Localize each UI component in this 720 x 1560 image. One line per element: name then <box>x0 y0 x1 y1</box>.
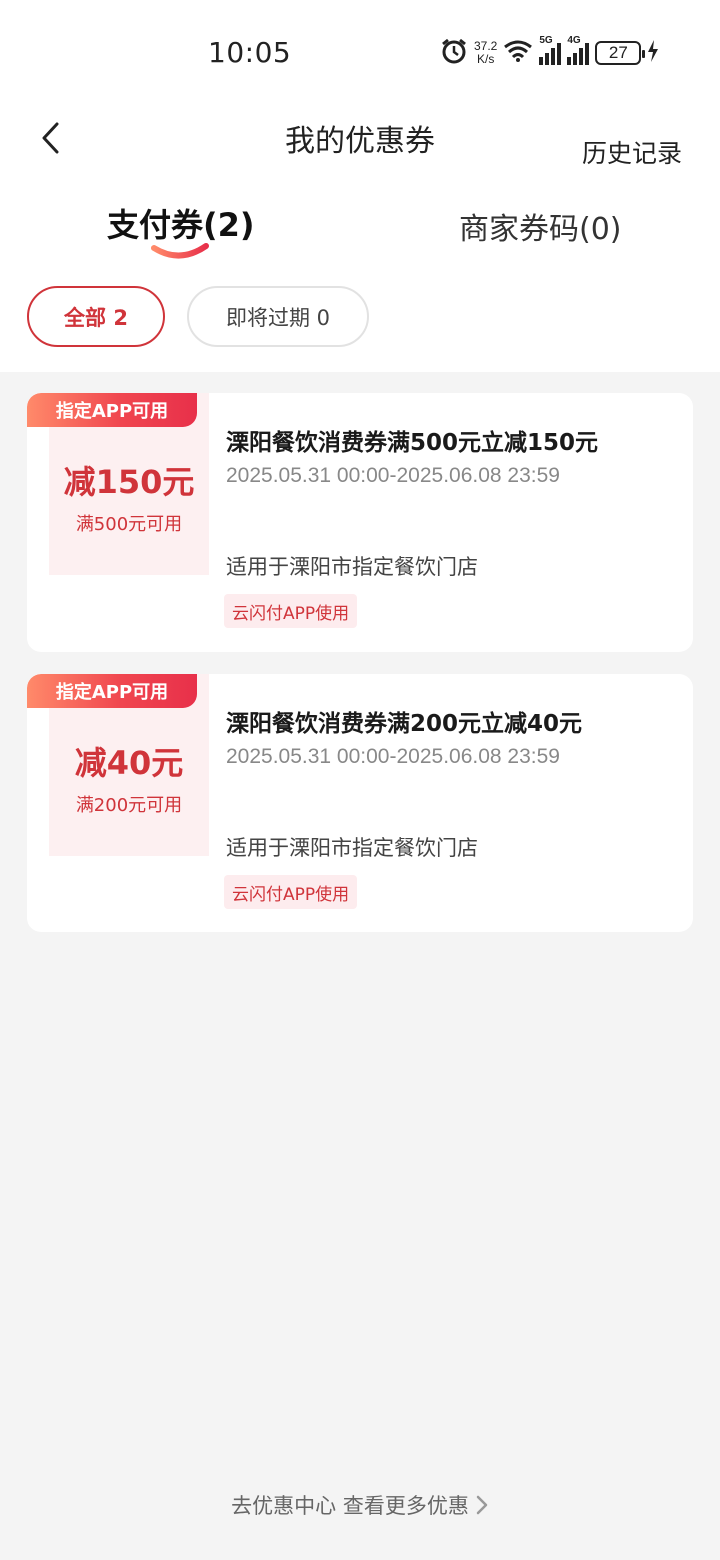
filter-expiring-chip[interactable]: 即将过期 0 <box>187 286 369 347</box>
coupon-center-link[interactable]: 去优惠中心 查看更多优惠 <box>0 1490 720 1520</box>
battery-icon: 27 <box>595 41 646 65</box>
signal-5g-label: 5G <box>539 35 553 46</box>
history-button[interactable]: 历史记录 <box>582 134 682 170</box>
battery-level: 27 <box>608 43 628 62</box>
coupon-badge: 指定APP可用 <box>27 393 197 427</box>
chevron-right-icon <box>476 1495 488 1515</box>
signal-5g-icon: 5G <box>539 35 562 65</box>
coupon-amount: 减150元 <box>63 463 195 501</box>
status-icons: 37.2 K/s 5G 4G 27 <box>440 35 659 69</box>
coupon-app-tag: 云闪付APP使用 <box>224 594 358 628</box>
status-time: 10:05 <box>208 36 292 69</box>
coupon-validity: 2025.05.31 00:00-2025.06.08 23:59 <box>226 464 560 487</box>
coupon-validity: 2025.05.31 00:00-2025.06.08 23:59 <box>226 745 560 768</box>
wifi-icon <box>503 39 533 67</box>
coupon-amount: 减40元 <box>74 744 184 782</box>
coupon-center-label: 去优惠中心 查看更多优惠 <box>231 1494 469 1518</box>
signal-4g-icon: 4G <box>567 35 590 65</box>
signal-4g-label: 4G <box>567 35 581 46</box>
tab-merchant-codes[interactable]: 商家券码(0) <box>459 204 622 248</box>
coupon-scope: 适用于溧阳市指定餐饮门店 <box>226 836 478 860</box>
active-tab-indicator <box>151 243 209 259</box>
net-speed: 37.2 K/s <box>474 40 497 66</box>
coupon-card[interactable]: 指定APP可用 减150元 满500元可用 溧阳餐饮消费券满500元立减150元… <box>27 393 693 652</box>
coupon-title: 溧阳餐饮消费券满500元立减150元 <box>226 430 599 456</box>
coupon-condition: 满500元可用 <box>75 514 183 535</box>
coupon-app-tag: 云闪付APP使用 <box>224 875 358 909</box>
coupon-condition: 满200元可用 <box>75 795 183 816</box>
coupon-badge: 指定APP可用 <box>27 674 197 708</box>
coupon-card[interactable]: 指定APP可用 减40元 满200元可用 溧阳餐饮消费券满200元立减40元 2… <box>27 674 693 932</box>
status-bar: 10:05 37.2 K/s 5G 4G 27 <box>0 0 720 100</box>
coupon-title: 溧阳餐饮消费券满200元立减40元 <box>226 711 583 737</box>
net-speed-unit: K/s <box>477 52 495 66</box>
alarm-icon <box>440 37 468 69</box>
filter-all-chip[interactable]: 全部 2 <box>27 286 165 347</box>
charging-icon <box>647 39 659 67</box>
coupon-scope: 适用于溧阳市指定餐饮门店 <box>226 555 478 579</box>
